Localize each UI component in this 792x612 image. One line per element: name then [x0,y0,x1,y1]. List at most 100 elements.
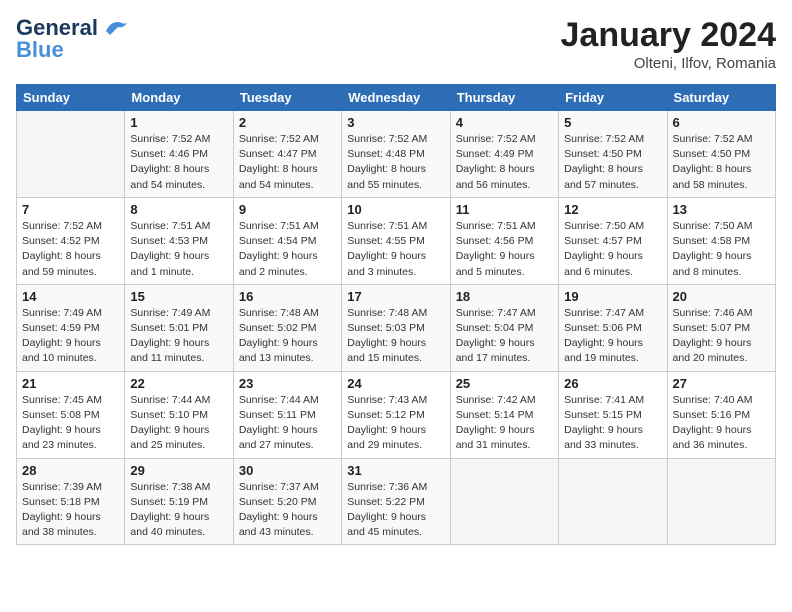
weekday-header-row: SundayMondayTuesdayWednesdayThursdayFrid… [17,85,776,111]
day-number: 24 [347,376,444,391]
day-number: 13 [673,202,770,217]
calendar-cell: 13 Sunrise: 7:50 AM Sunset: 4:58 PM Dayli… [667,197,775,284]
day-info: Sunrise: 7:52 AM Sunset: 4:47 PM Dayligh… [239,132,336,193]
day-number: 14 [22,289,119,304]
title-block: January 2024 Olteni, Ilfov, Romania [561,16,777,72]
day-number: 4 [456,115,553,130]
day-info: Sunrise: 7:52 AM Sunset: 4:49 PM Dayligh… [456,132,553,193]
calendar-cell: 6 Sunrise: 7:52 AM Sunset: 4:50 PM Daylig… [667,111,775,198]
day-number: 9 [239,202,336,217]
calendar-cell: 31 Sunrise: 7:36 AM Sunset: 5:22 PM Dayli… [342,458,450,545]
day-info: Sunrise: 7:38 AM Sunset: 5:19 PM Dayligh… [130,480,227,541]
calendar-cell: 26Sunrise: 7:41 AM Sunset: 5:15 PM Dayli… [559,371,667,458]
day-number: 12 [564,202,661,217]
day-info: Sunrise: 7:50 AM Sunset: 4:57 PM Dayligh… [564,219,661,280]
weekday-header-friday: Friday [559,85,667,111]
day-number: 11 [456,202,553,217]
day-number: 20 [673,289,770,304]
calendar-cell: 29Sunrise: 7:38 AM Sunset: 5:19 PM Dayli… [125,458,233,545]
day-number: 7 [22,202,119,217]
calendar-cell: 21 Sunrise: 7:45 AM Sunset: 5:08 PM Dayli… [17,371,125,458]
weekday-header-wednesday: Wednesday [342,85,450,111]
day-number: 30 [239,463,336,478]
calendar-cell: 7 Sunrise: 7:52 AM Sunset: 4:52 PM Daylig… [17,197,125,284]
day-info: Sunrise: 7:52 AM Sunset: 4:50 PM Dayligh… [673,132,770,193]
day-info: Sunrise: 7:52 AM Sunset: 4:52 PM Dayligh… [22,219,119,280]
day-info: Sunrise: 7:52 AM Sunset: 4:46 PM Dayligh… [130,132,227,193]
calendar-cell: 2 Sunrise: 7:52 AM Sunset: 4:47 PM Daylig… [233,111,341,198]
day-info: Sunrise: 7:37 AM Sunset: 5:20 PM Dayligh… [239,480,336,541]
day-info: Sunrise: 7:49 AM Sunset: 4:59 PM Dayligh… [22,306,119,367]
calendar-cell: 15Sunrise: 7:49 AM Sunset: 5:01 PM Dayli… [125,284,233,371]
calendar-cell: 1 Sunrise: 7:52 AM Sunset: 4:46 PM Daylig… [125,111,233,198]
calendar-cell: 24Sunrise: 7:43 AM Sunset: 5:12 PM Dayli… [342,371,450,458]
calendar-cell: 4 Sunrise: 7:52 AM Sunset: 4:49 PM Daylig… [450,111,558,198]
day-info: Sunrise: 7:51 AM Sunset: 4:56 PM Dayligh… [456,219,553,280]
calendar-cell: 12 Sunrise: 7:50 AM Sunset: 4:57 PM Dayli… [559,197,667,284]
day-number: 18 [456,289,553,304]
day-info: Sunrise: 7:48 AM Sunset: 5:03 PM Dayligh… [347,306,444,367]
calendar-cell: 30 Sunrise: 7:37 AM Sunset: 5:20 PM Dayli… [233,458,341,545]
day-number: 23 [239,376,336,391]
calendar-cell [667,458,775,545]
calendar-cell: 27Sunrise: 7:40 AM Sunset: 5:16 PM Dayli… [667,371,775,458]
calendar-cell: 3 Sunrise: 7:52 AM Sunset: 4:48 PM Daylig… [342,111,450,198]
day-number: 28 [22,463,119,478]
day-info: Sunrise: 7:50 AM Sunset: 4:58 PM Dayligh… [673,219,770,280]
day-info: Sunrise: 7:36 AM Sunset: 5:22 PM Dayligh… [347,480,444,541]
calendar-cell: 25 Sunrise: 7:42 AM Sunset: 5:14 PM Dayli… [450,371,558,458]
calendar-table: SundayMondayTuesdayWednesdayThursdayFrid… [16,84,776,545]
day-info: Sunrise: 7:46 AM Sunset: 5:07 PM Dayligh… [673,306,770,367]
day-info: Sunrise: 7:47 AM Sunset: 5:06 PM Dayligh… [564,306,661,367]
day-info: Sunrise: 7:45 AM Sunset: 5:08 PM Dayligh… [22,393,119,454]
day-number: 31 [347,463,444,478]
calendar-cell [450,458,558,545]
weekday-header-thursday: Thursday [450,85,558,111]
day-number: 10 [347,202,444,217]
calendar-cell: 10 Sunrise: 7:51 AM Sunset: 4:55 PM Dayli… [342,197,450,284]
day-number: 16 [239,289,336,304]
day-number: 2 [239,115,336,130]
day-number: 27 [673,376,770,391]
day-info: Sunrise: 7:49 AM Sunset: 5:01 PM Dayligh… [130,306,227,367]
calendar-cell: 9 Sunrise: 7:51 AM Sunset: 4:54 PM Daylig… [233,197,341,284]
day-info: Sunrise: 7:51 AM Sunset: 4:54 PM Dayligh… [239,219,336,280]
day-info: Sunrise: 7:52 AM Sunset: 4:50 PM Dayligh… [564,132,661,193]
calendar-cell: 17 Sunrise: 7:48 AM Sunset: 5:03 PM Dayli… [342,284,450,371]
calendar-cell: 14 Sunrise: 7:49 AM Sunset: 4:59 PM Dayli… [17,284,125,371]
calendar-cell: 20 Sunrise: 7:46 AM Sunset: 5:07 PM Dayli… [667,284,775,371]
day-info: Sunrise: 7:48 AM Sunset: 5:02 PM Dayligh… [239,306,336,367]
calendar-cell: 19Sunrise: 7:47 AM Sunset: 5:06 PM Dayli… [559,284,667,371]
month-year-title: January 2024 [561,16,777,55]
weekday-header-saturday: Saturday [667,85,775,111]
day-info: Sunrise: 7:51 AM Sunset: 4:55 PM Dayligh… [347,219,444,280]
calendar-cell: 16 Sunrise: 7:48 AM Sunset: 5:02 PM Dayli… [233,284,341,371]
weekday-header-sunday: Sunday [17,85,125,111]
day-number: 1 [130,115,227,130]
day-number: 21 [22,376,119,391]
calendar-week-4: 21 Sunrise: 7:45 AM Sunset: 5:08 PM Dayli… [17,371,776,458]
calendar-cell: 8Sunrise: 7:51 AM Sunset: 4:53 PM Daylig… [125,197,233,284]
location-subtitle: Olteni, Ilfov, Romania [561,55,777,72]
calendar-cell: 23Sunrise: 7:44 AM Sunset: 5:11 PM Dayli… [233,371,341,458]
day-number: 25 [456,376,553,391]
calendar-cell: 22Sunrise: 7:44 AM Sunset: 5:10 PM Dayli… [125,371,233,458]
calendar-cell: 11 Sunrise: 7:51 AM Sunset: 4:56 PM Dayli… [450,197,558,284]
calendar-cell [559,458,667,545]
day-info: Sunrise: 7:42 AM Sunset: 5:14 PM Dayligh… [456,393,553,454]
day-number: 5 [564,115,661,130]
day-info: Sunrise: 7:47 AM Sunset: 5:04 PM Dayligh… [456,306,553,367]
weekday-header-monday: Monday [125,85,233,111]
day-number: 8 [130,202,227,217]
day-number: 3 [347,115,444,130]
calendar-cell: 28Sunrise: 7:39 AM Sunset: 5:18 PM Dayli… [17,458,125,545]
day-number: 22 [130,376,227,391]
calendar-week-1: 1 Sunrise: 7:52 AM Sunset: 4:46 PM Daylig… [17,111,776,198]
day-info: Sunrise: 7:41 AM Sunset: 5:15 PM Dayligh… [564,393,661,454]
logo: General Blue [16,16,130,62]
day-number: 17 [347,289,444,304]
day-number: 6 [673,115,770,130]
logo-bird-icon [102,17,130,39]
calendar-week-5: 28Sunrise: 7:39 AM Sunset: 5:18 PM Dayli… [17,458,776,545]
day-info: Sunrise: 7:52 AM Sunset: 4:48 PM Dayligh… [347,132,444,193]
